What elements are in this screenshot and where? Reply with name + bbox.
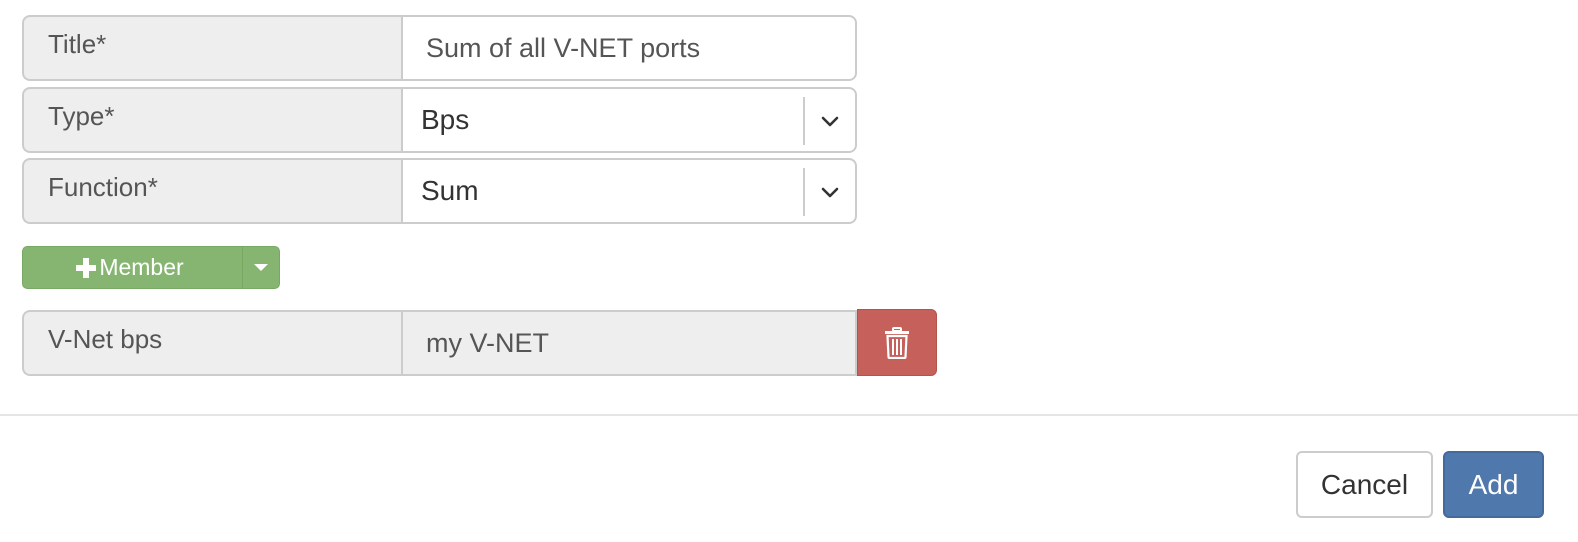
type-row: Type* Bps [22, 87, 857, 153]
function-select-divider [803, 168, 805, 216]
add-member-dropdown-toggle[interactable] [242, 246, 280, 289]
plus-icon [76, 257, 97, 278]
member-value-field: my V-NET [401, 310, 857, 376]
add-button[interactable]: Add [1443, 451, 1544, 518]
chevron-down-icon[interactable] [821, 116, 839, 128]
chevron-down-icon[interactable] [821, 187, 839, 199]
function-selected-value: Sum [421, 175, 479, 206]
type-selected-value: Bps [421, 104, 470, 135]
cancel-button[interactable]: Cancel [1296, 451, 1433, 518]
member-form-dialog: Title* Sum of all V-NET ports Type* Bps … [0, 0, 1578, 542]
title-input[interactable]: Sum of all V-NET ports [401, 15, 857, 81]
add-member-label: Member [99, 254, 184, 280]
type-label: Type* [22, 87, 401, 153]
caret-down-icon [254, 264, 268, 271]
delete-member-button[interactable] [857, 309, 937, 376]
footer-divider [0, 414, 1578, 416]
member-row: V-Net bps my V-NET [22, 309, 937, 376]
title-row: Title* Sum of all V-NET ports [22, 15, 857, 81]
title-label: Title* [22, 15, 401, 81]
trash-icon [885, 326, 909, 359]
function-select[interactable]: Sum [401, 158, 857, 224]
type-select[interactable]: Bps [401, 87, 857, 153]
function-label: Function* [22, 158, 401, 224]
member-label: V-Net bps [22, 310, 401, 376]
add-member-button-group: Member [22, 246, 280, 289]
function-row: Function* Sum [22, 158, 857, 224]
type-select-divider [803, 97, 805, 145]
add-member-button[interactable]: Member [22, 246, 242, 289]
